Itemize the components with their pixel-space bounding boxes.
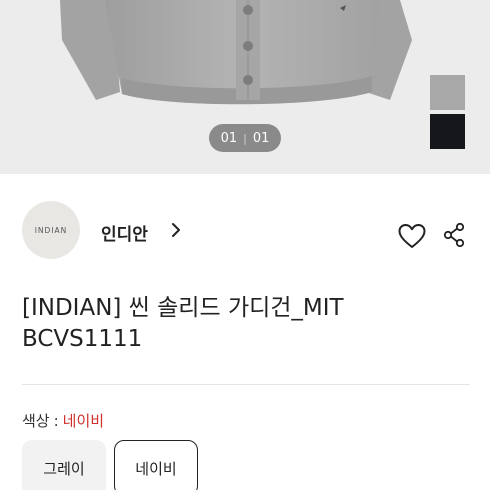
color-option-gray[interactable]: 그레이 — [22, 440, 106, 490]
chevron-right-icon[interactable] — [168, 221, 184, 239]
brand-logo-text: INDIAN — [34, 225, 68, 235]
brand-logo[interactable]: INDIAN — [22, 201, 80, 259]
color-swatch-navy[interactable] — [430, 114, 465, 149]
image-pager: 01 | 01 — [209, 124, 281, 152]
product-title: [INDIAN] 씬 솔리드 가디건_MIT BCVS1111 — [22, 295, 344, 352]
heart-icon[interactable] — [397, 222, 427, 250]
pager-total: 01 — [252, 130, 270, 146]
brand-name[interactable]: 인디안 — [101, 220, 148, 245]
color-option-label: 색상: 네이비 — [22, 410, 104, 431]
product-image[interactable]: 01 | 01 — [0, 0, 490, 174]
share-icon[interactable] — [443, 222, 465, 248]
color-label-text: 색상 — [22, 412, 50, 430]
divider — [22, 384, 470, 385]
pager-separator: | — [243, 131, 247, 145]
color-label-colon: : — [53, 412, 59, 430]
color-option-navy[interactable]: 네이비 — [114, 440, 198, 490]
pager-current: 01 — [220, 130, 238, 146]
color-swatch-gray[interactable] — [430, 75, 465, 110]
selected-color-value: 네이비 — [62, 412, 105, 430]
